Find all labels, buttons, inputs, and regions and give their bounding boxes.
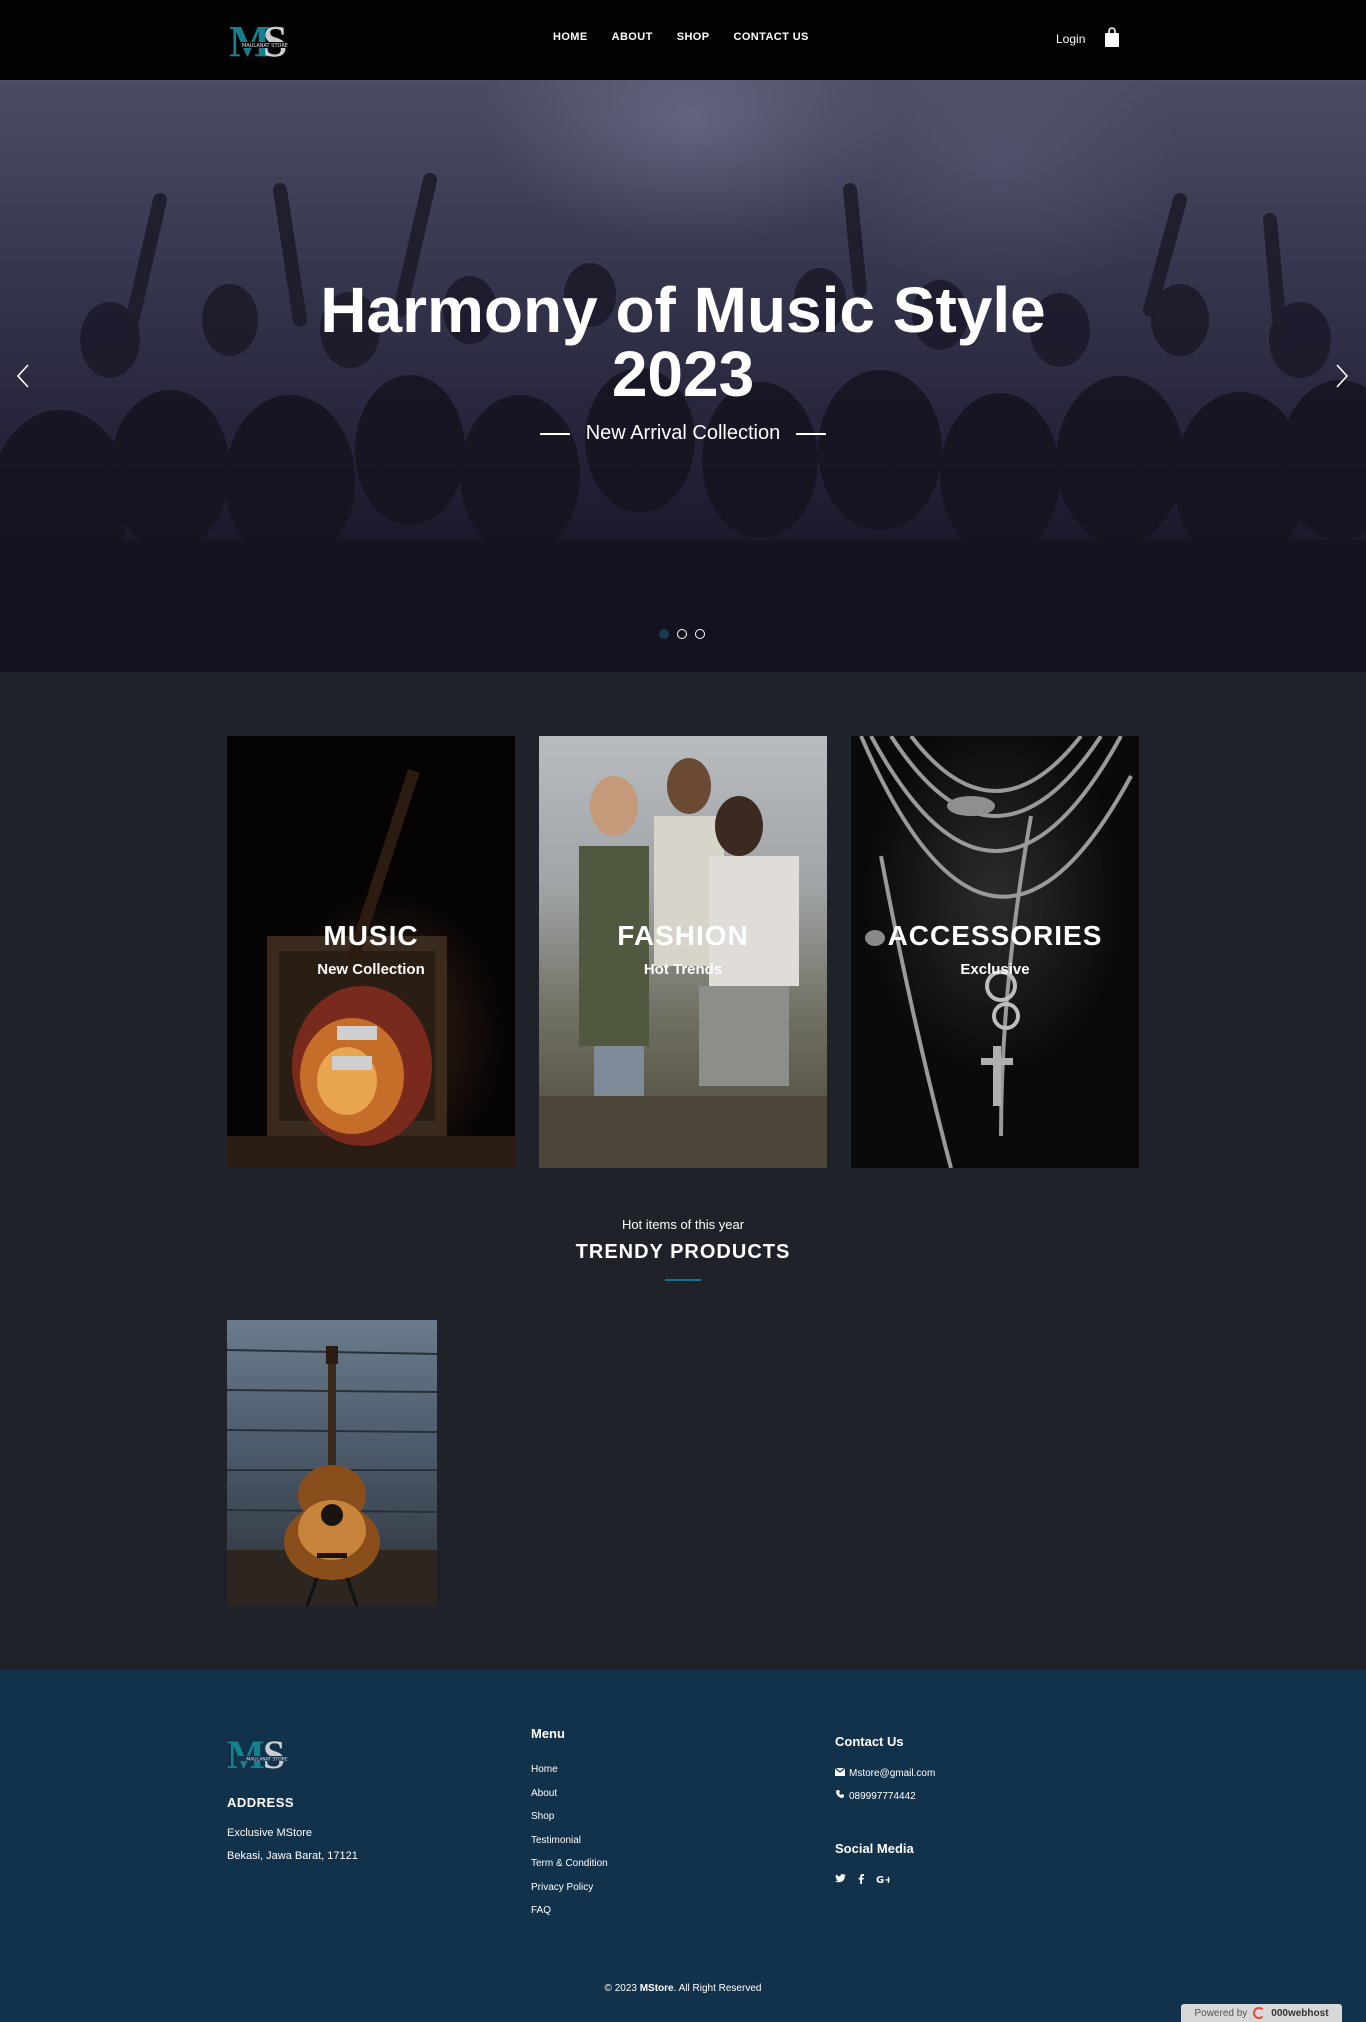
hero-subtitle: New Arrival Collection [0,422,1366,445]
category-subtitle: Hot Trends [643,961,723,978]
subtitle-divider-right [796,432,827,435]
webhost-logo-icon [1253,2007,1266,2019]
site-logo[interactable]: M S MAULANAT STORE [229,18,303,62]
category-card-fashion[interactable]: FASHION Hot Trends [539,736,827,1168]
acoustic-guitar-image [227,1346,437,1606]
category-subtitle: New Collection [317,961,425,978]
footer-link-about[interactable]: About [531,1788,557,1799]
footer-link-home[interactable]: Home [531,1764,558,1775]
category-title: MUSIC [323,920,419,951]
product-card[interactable] [227,1320,437,1606]
svg-text:M: M [227,1734,265,1774]
category-title: ACCESSORIES [887,920,1103,951]
top-navbar: M S MAULANAT STORE HOME ABOUT SHOP CONTA… [0,0,1366,80]
copyright-prefix: © 2023 [604,1983,640,1994]
chain-necklace-image [859,736,1133,1168]
category-title: FASHION [617,920,749,951]
main-menu: HOME ABOUT SHOP CONTACT US [553,31,809,43]
footer-menu: Home About Shop Testimonial Term & Condi… [531,1758,608,1923]
band-photo-image [539,758,827,1168]
subtitle-divider-left [539,432,570,435]
nav-contact-link[interactable]: CONTACT US [734,31,809,43]
copyright-brand: MStore [639,1983,674,1994]
svg-text:G+: G+ [876,1875,890,1884]
logo-tagline: MAULANAT STORE [242,43,288,49]
twitter-icon[interactable] [835,1874,846,1887]
copyright-suffix: . All Right Reserved [673,1983,762,1994]
envelope-icon [834,1762,846,1785]
nav-shop-link[interactable]: SHOP [677,31,710,43]
slider-dot-3[interactable] [695,629,705,639]
footer-link-shop[interactable]: Shop [531,1811,554,1822]
footer-link-privacy[interactable]: Privacy Policy [531,1882,593,1893]
hero-subtitle-text: New Arrival Collection [585,422,781,444]
powered-by-label: Powered by [1194,2007,1248,2019]
section-kicker: Hot items of this year [621,1217,745,1232]
electric-guitar-image [227,769,515,1168]
svg-text:S: S [263,1734,285,1774]
address-line-1: Exclusive MStore [227,1827,312,1839]
hero-title-line1: Harmony of Music Style [320,274,1046,346]
footer-menu-heading: Menu [531,1726,565,1741]
section-title: TRENDY PRODUCTS [575,1241,791,1263]
section-title-underline [665,1279,701,1281]
chevron-left-icon[interactable] [14,362,34,390]
slider-dot-1[interactable] [659,629,669,639]
social-links: G+ [835,1874,893,1887]
nav-home-link[interactable]: HOME [553,31,588,43]
address-heading: ADDRESS [227,1795,295,1810]
hero-title-line2: 2023 [611,338,755,410]
slider-dots [659,629,705,639]
google-plus-icon[interactable]: G+ [876,1874,893,1887]
nav-about-link[interactable]: ABOUT [612,31,653,43]
contact-email[interactable]: Mstore@gmail.com [849,1762,935,1785]
contact-heading: Contact Us [835,1734,904,1749]
address-line-2: Bekasi, Jawa Barat, 17121 [227,1850,358,1862]
svg-text:S: S [263,18,287,62]
contact-block: Mstore@gmail.com 089997774442 [834,1762,935,1808]
slider-dot-2[interactable] [677,629,687,639]
footer-logo[interactable]: M S MAULANAT STORE [227,1732,307,1777]
shopping-bag-icon[interactable] [1104,27,1120,48]
footer-link-terms[interactable]: Term & Condition [531,1858,608,1869]
login-link[interactable]: Login [1056,32,1085,46]
phone-icon [835,1785,845,1808]
social-heading: Social Media [835,1841,914,1856]
footer-link-faq[interactable]: FAQ [531,1905,551,1916]
facebook-icon[interactable] [858,1874,864,1887]
footer-link-testimonial[interactable]: Testimonial [531,1835,581,1846]
category-card-music[interactable]: MUSIC New Collection [227,736,515,1168]
copyright: © 2023 MStore. All Right Reserved [0,1983,1366,1994]
contact-phone[interactable]: 089997774442 [849,1785,916,1808]
category-card-accessories[interactable]: ACCESSORIES Exclusive [851,736,1139,1168]
footer-logo-tagline: MAULANAT STORE [246,1757,287,1763]
chevron-right-icon[interactable] [1331,362,1351,390]
hero-title: Harmony of Music Style 2023 [0,278,1366,406]
powered-by-brand: 000webhost [1271,2007,1329,2019]
site-footer: M S MAULANAT STORE ADDRESS Exclusive MSt… [0,1670,1366,2022]
hero-slider: Harmony of Music Style 2023 New Arrival … [0,80,1366,672]
powered-by-badge[interactable]: Powered by 000webhost [1181,2004,1342,2022]
address-block: Exclusive MStore Bekasi, Jawa Barat, 171… [227,1822,358,1868]
category-subtitle: Exclusive [960,961,1030,978]
